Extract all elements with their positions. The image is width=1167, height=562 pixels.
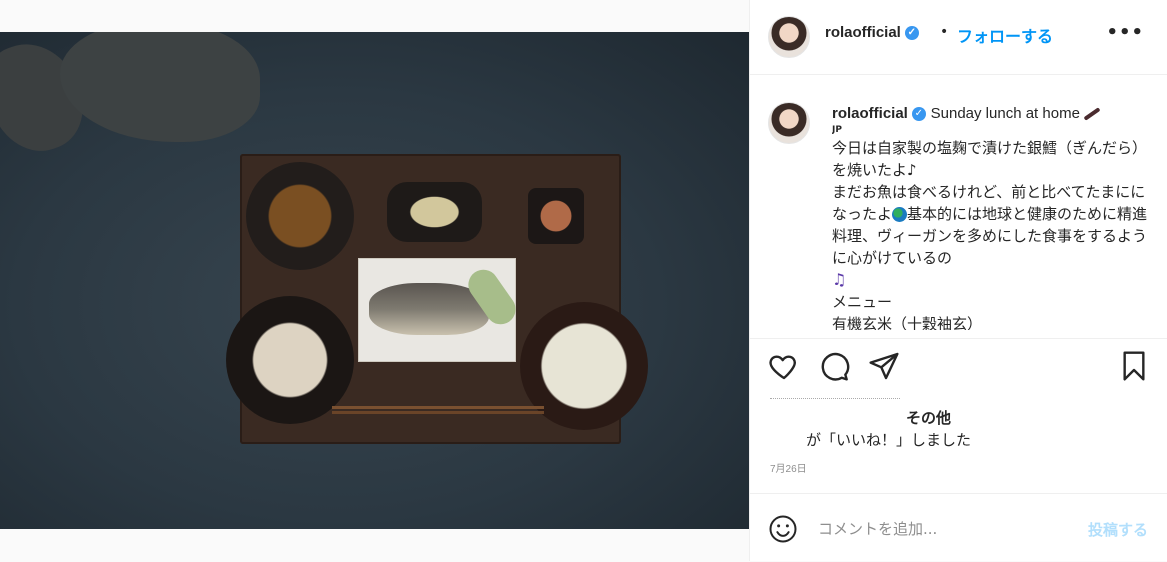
divider [750, 74, 1167, 75]
verified-badge-icon: ✓ [904, 26, 919, 41]
avatar[interactable] [768, 16, 810, 58]
post-comment-button[interactable]: 投稿する [1088, 519, 1148, 540]
pickles-dish [387, 182, 482, 242]
likes-text: が「いいね！」しました [806, 431, 972, 449]
likes-others-link[interactable]: その他 [906, 407, 951, 428]
brush-emoji-icon [1083, 106, 1101, 121]
liked-by-users[interactable] [770, 398, 900, 409]
caption-text: rolaofficial ✓ Sunday lunch at home JP 今日… [832, 102, 1152, 330]
comment-bar: 投稿する [750, 493, 1167, 562]
rice-bowl [226, 296, 354, 424]
chopsticks [332, 406, 544, 409]
food-tray [226, 154, 648, 444]
post-photo[interactable] [0, 32, 749, 529]
post-username-text[interactable]: rolaofficial [825, 24, 901, 41]
rock-decoration [60, 32, 260, 142]
divider [750, 338, 1167, 339]
heart-icon[interactable] [768, 350, 800, 386]
soup-bowl [520, 302, 648, 430]
location-tag: JP [832, 125, 842, 135]
globe-emoji-icon [892, 207, 908, 222]
miso-dish [528, 188, 584, 244]
post-actions [750, 350, 1167, 390]
caption-line: まだお魚は食べるけれど、前と比べてたまにになったよ 基本的には地球と健康のために精… [832, 181, 1152, 269]
post-side-panel: rolaofficial ✓ • フォローする ••• rolaofficial ✓… [749, 0, 1167, 561]
more-icon[interactable]: ••• [1106, 22, 1144, 43]
fish-plate [358, 258, 522, 362]
post-media-area [0, 0, 749, 561]
caption-title: Sunday lunch at home [930, 105, 1080, 122]
follow-button[interactable]: フォローする [957, 23, 1053, 47]
share-icon[interactable] [868, 350, 900, 386]
music-note-emoji-icon: ♫ [832, 270, 847, 289]
caption-username[interactable]: rolaofficial [832, 105, 908, 122]
bookmark-icon[interactable] [1118, 350, 1150, 386]
verified-badge-icon: ✓ [911, 106, 926, 121]
post-date[interactable]: 7月26日 [770, 460, 807, 475]
comment-input[interactable] [816, 516, 1060, 542]
caption-line: 今日は自家製の塩麹で漬けた銀鱈（ぎんだら）を焼いたよ♪ [832, 139, 1148, 179]
comment-icon[interactable] [818, 350, 850, 386]
caption-avatar[interactable] [768, 102, 810, 144]
natto-bowl [246, 162, 354, 270]
caption-line: 有機玄米（十穀袖玄） [832, 315, 983, 330]
caption-line: メニュー [832, 293, 893, 311]
emoji-icon[interactable] [768, 514, 798, 548]
post-username[interactable]: rolaofficial ✓ [825, 24, 919, 41]
separator-dot: • [940, 24, 949, 40]
